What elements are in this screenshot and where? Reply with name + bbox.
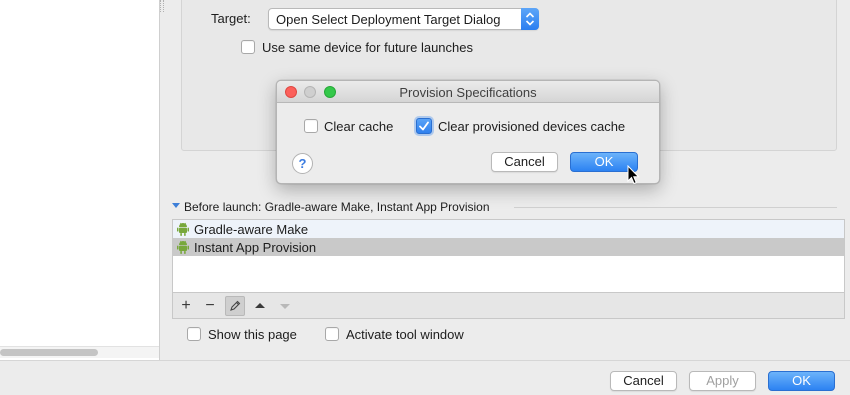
android-icon [177, 222, 189, 236]
use-same-device-checkbox[interactable] [241, 40, 255, 54]
before-launch-task-list[interactable]: Gradle-aware Make Instant App Provision [172, 219, 845, 293]
arrow-down-icon [280, 304, 290, 309]
target-label: Target: [211, 11, 251, 26]
clear-cache-checkbox[interactable] [304, 119, 318, 133]
show-this-page-label: Show this page [208, 327, 297, 342]
use-same-device-label: Use same device for future launches [262, 40, 473, 55]
before-launch-header[interactable]: Before launch: Gradle-aware Make, Instan… [184, 200, 490, 214]
clear-provisioned-devices-cache-label: Clear provisioned devices cache [438, 119, 626, 134]
checkmark-icon [419, 121, 429, 131]
dialog-cancel-button[interactable]: Cancel [491, 152, 558, 172]
remove-task-button[interactable]: − [200, 296, 220, 316]
edit-task-button[interactable] [225, 296, 245, 316]
provision-specifications-dialog: Provision Specifications Clear cache Cle… [276, 80, 660, 184]
add-task-button[interactable]: + [176, 296, 196, 316]
show-this-page-checkbox[interactable] [187, 327, 201, 341]
android-icon [177, 240, 189, 254]
ok-button[interactable]: OK [768, 371, 835, 391]
activate-tool-window-label: Activate tool window [346, 327, 464, 342]
task-list-toolbar: + − [172, 293, 845, 319]
help-button[interactable]: ? [292, 153, 313, 174]
clear-provisioned-devices-cache-checkbox[interactable] [416, 118, 432, 134]
clear-cache-label: Clear cache [324, 119, 394, 134]
pencil-icon [230, 300, 241, 311]
footer-divider [0, 360, 850, 361]
horizontal-scrollbar-thumb[interactable] [0, 349, 98, 356]
splitter-handle[interactable] [160, 0, 164, 12]
task-label: Instant App Provision [194, 240, 317, 255]
arrow-up-icon [255, 303, 265, 308]
move-up-button[interactable] [250, 296, 270, 316]
section-divider [514, 207, 837, 208]
task-label: Gradle-aware Make [194, 222, 309, 237]
apply-button[interactable]: Apply [689, 371, 756, 391]
activate-tool-window-checkbox[interactable] [325, 327, 339, 341]
mouse-cursor-icon [627, 164, 641, 187]
cancel-button[interactable]: Cancel [610, 371, 677, 391]
target-select[interactable]: Open Select Deployment Target Dialog [268, 8, 539, 30]
dialog-titlebar[interactable]: Provision Specifications [277, 81, 659, 103]
dialog-title: Provision Specifications [399, 85, 537, 100]
move-down-button[interactable] [275, 296, 295, 316]
select-arrows-icon [521, 8, 539, 30]
task-row-gradle-aware-make[interactable]: Gradle-aware Make [173, 220, 844, 238]
collapse-triangle-icon[interactable] [172, 203, 180, 208]
configurations-tree-panel[interactable] [0, 0, 160, 360]
task-row-instant-app-provision[interactable]: Instant App Provision [173, 238, 844, 256]
target-select-value: Open Select Deployment Target Dialog [276, 12, 501, 27]
